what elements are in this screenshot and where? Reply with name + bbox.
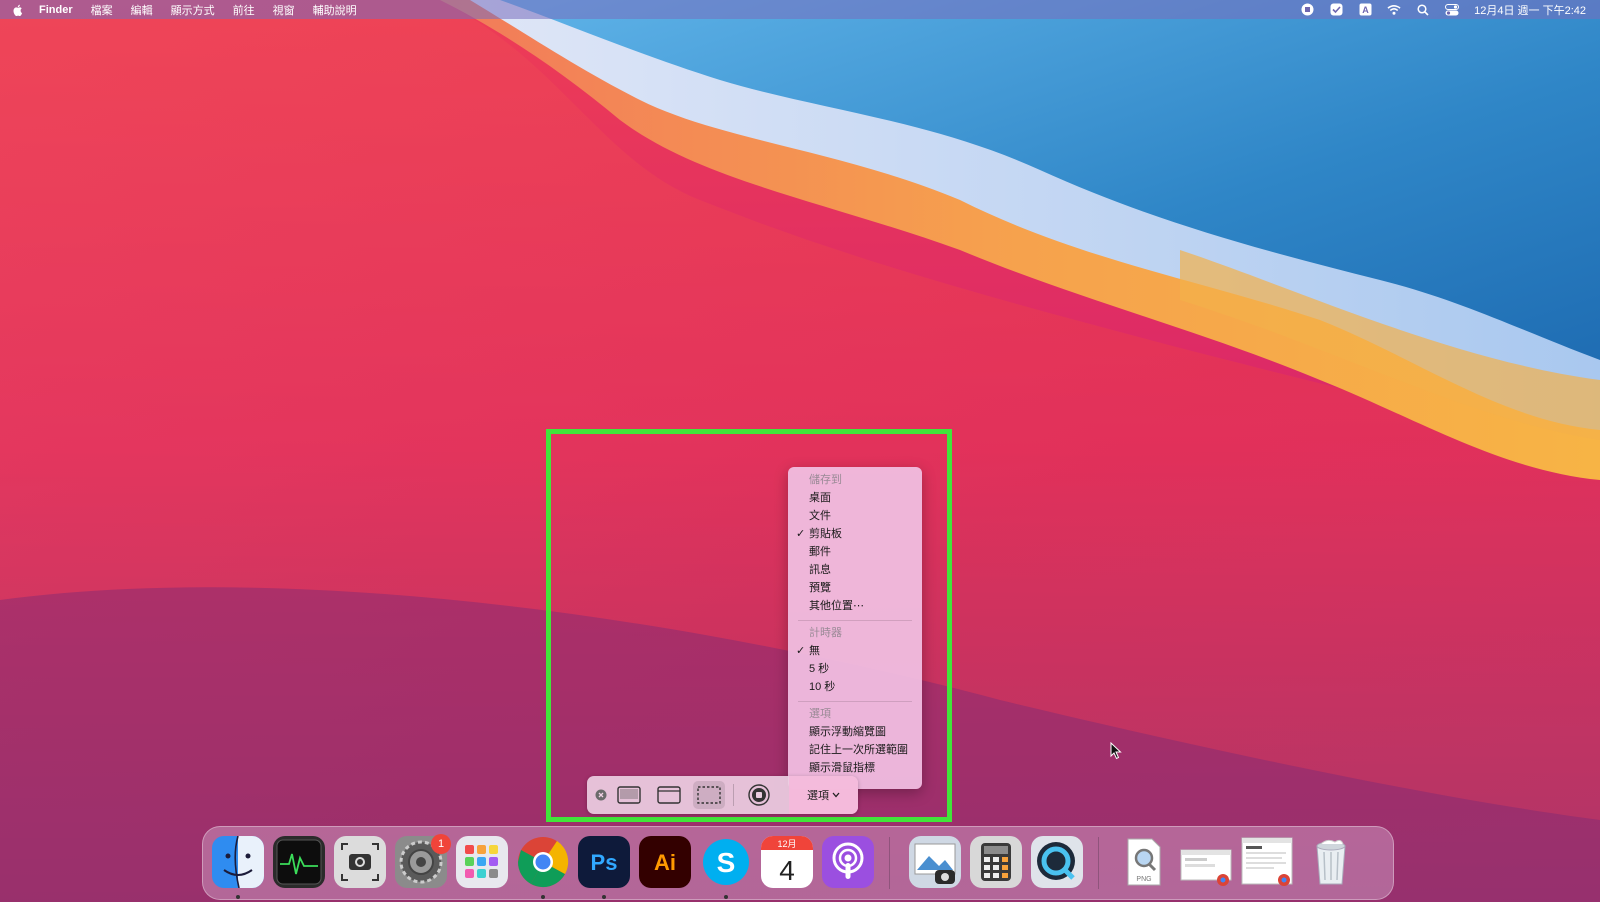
capture-window-icon[interactable] xyxy=(654,782,684,808)
menu-file[interactable]: 檔案 xyxy=(91,2,113,18)
dock-illustrator-icon[interactable]: Ai xyxy=(639,836,691,888)
menu-item-documents[interactable]: 文件 xyxy=(788,507,922,525)
running-indicator xyxy=(236,895,240,899)
menu-item-remember-selection[interactable]: 記住上一次所選範圍 xyxy=(788,741,922,759)
menu-separator xyxy=(798,620,912,621)
chevron-down-icon xyxy=(832,792,840,798)
capture-entire-screen-icon[interactable] xyxy=(614,782,644,808)
skype-label: S xyxy=(717,847,736,878)
dock-separator xyxy=(889,837,890,889)
dock-quicktime-icon[interactable] xyxy=(1031,836,1083,888)
checkmark-status-icon[interactable] xyxy=(1329,3,1343,17)
calendar-month: 12月 xyxy=(777,839,796,849)
menu-edit[interactable]: 編輯 xyxy=(131,2,153,18)
screen-record-stop-icon[interactable] xyxy=(1300,3,1314,17)
screenshot-options-menu: 儲存到 桌面 文件 ✓ 剪貼板 郵件 訊息 預覽 其他位置⋯ 計時器 ✓ 無 5 秒… xyxy=(788,467,922,789)
dock-chrome-screenshot-2-icon[interactable] xyxy=(1240,836,1296,888)
dock-separator xyxy=(1098,837,1099,889)
checkmark-icon: ✓ xyxy=(796,645,806,657)
options-button-label: 選項 xyxy=(807,790,829,802)
menu-item-timer-10s[interactable]: 10 秒 xyxy=(788,678,922,696)
menu-bar: Finder 檔案 編輯 顯示方式 前往 視窗 輔助說明 A 12月4日 週一 … xyxy=(0,0,1600,19)
options-button[interactable]: 選項 xyxy=(789,776,858,814)
apple-icon[interactable] xyxy=(11,3,25,17)
close-icon[interactable] xyxy=(594,788,608,802)
wifi-icon[interactable] xyxy=(1387,3,1401,17)
menu-item-desktop[interactable]: 桌面 xyxy=(788,489,922,507)
menu-item-mail[interactable]: 郵件 xyxy=(788,543,922,561)
dock-podcasts-icon[interactable] xyxy=(822,836,874,888)
dock-chrome-icon[interactable] xyxy=(517,836,569,888)
dock-calculator-icon[interactable] xyxy=(970,836,1022,888)
calendar-day: 4 xyxy=(779,855,795,886)
menu-header-timer: 計時器 xyxy=(809,627,842,639)
menu-item-timer-5s[interactable]: 5 秒 xyxy=(788,660,922,678)
menu-go[interactable]: 前往 xyxy=(233,2,255,18)
dock-launchpad-icon[interactable] xyxy=(456,836,508,888)
checkmark-icon: ✓ xyxy=(796,528,806,540)
svg-text:A: A xyxy=(1362,5,1369,15)
dock-preview-icon[interactable] xyxy=(909,836,961,888)
control-center-icon[interactable] xyxy=(1445,3,1460,17)
toolbar-divider xyxy=(733,784,734,806)
dock-activity-monitor-icon[interactable] xyxy=(273,836,325,888)
menu-help[interactable]: 輔助說明 xyxy=(313,2,357,18)
mouse-cursor-icon xyxy=(1110,742,1122,760)
dock-png-document-icon[interactable]: PNG xyxy=(1118,836,1170,888)
running-indicator xyxy=(541,895,545,899)
illustrator-label: Ai xyxy=(654,850,676,875)
menu-item-preview[interactable]: 預覽 xyxy=(788,579,922,597)
menu-view[interactable]: 顯示方式 xyxy=(171,2,215,18)
spotlight-search-icon[interactable] xyxy=(1416,3,1430,17)
screenshot-toolbar: 選項 xyxy=(587,776,858,814)
input-method-icon[interactable]: A xyxy=(1358,3,1372,17)
dock-finder-icon[interactable] xyxy=(212,836,264,888)
dock-trash-icon[interactable] xyxy=(1305,836,1357,888)
menu-item-timer-none[interactable]: ✓ 無 xyxy=(788,642,922,660)
record-icon[interactable] xyxy=(746,782,772,808)
running-indicator xyxy=(724,895,728,899)
menu-item-messages[interactable]: 訊息 xyxy=(788,561,922,579)
menu-header-options: 選項 xyxy=(809,708,831,720)
notification-badge: 1 xyxy=(431,834,451,854)
dock-photoshop-icon[interactable]: Ps xyxy=(578,836,630,888)
menu-app-name[interactable]: Finder xyxy=(39,4,73,16)
dock-calendar-icon[interactable]: 12月 4 xyxy=(761,836,813,888)
png-label: PNG xyxy=(1136,876,1151,883)
menu-header-save-to: 儲存到 xyxy=(809,474,842,486)
menu-separator xyxy=(798,701,912,702)
dock: Ps Ai S 12月 4 PNG xyxy=(202,826,1394,900)
menu-item-floating-thumbnail[interactable]: 顯示浮動縮覽圖 xyxy=(788,723,922,741)
menu-window[interactable]: 視窗 xyxy=(273,2,295,18)
menu-item-show-pointer[interactable]: 顯示滑鼠指標 xyxy=(788,759,922,777)
dock-screenshot-icon[interactable] xyxy=(334,836,386,888)
capture-selection-icon[interactable] xyxy=(693,781,725,809)
dock-skype-icon[interactable]: S xyxy=(700,836,752,888)
menu-item-other-location[interactable]: 其他位置⋯ xyxy=(788,597,922,615)
menu-item-clipboard[interactable]: ✓ 剪貼板 xyxy=(788,525,922,543)
menu-bar-clock[interactable]: 12月4日 週一 下午2:42 xyxy=(1474,2,1586,18)
dock-chrome-screenshot-1-icon[interactable] xyxy=(1179,836,1235,888)
photoshop-label: Ps xyxy=(591,850,618,875)
running-indicator xyxy=(602,895,606,899)
